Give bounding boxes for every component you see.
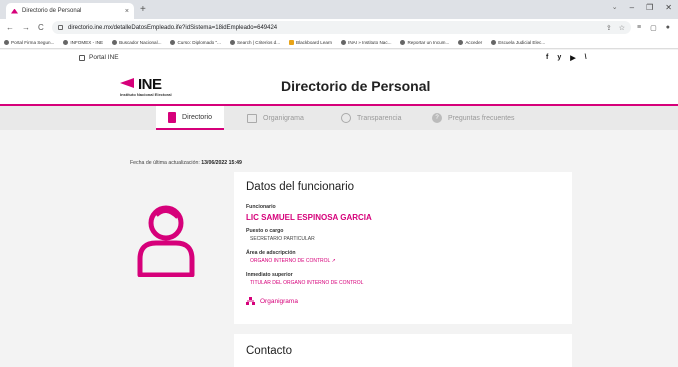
bookmark-item[interactable]: Acceder bbox=[458, 39, 482, 45]
page-title: Directorio de Personal bbox=[281, 78, 431, 94]
bookmark-item[interactable]: Buscador Nacional... bbox=[112, 39, 161, 45]
back-icon[interactable]: ← bbox=[6, 23, 14, 32]
area-label: Área de adscripción bbox=[246, 250, 296, 256]
minimize-button[interactable]: – bbox=[630, 3, 634, 12]
facebook-icon[interactable]: f bbox=[546, 54, 548, 62]
close-window-button[interactable]: ✕ bbox=[665, 3, 672, 12]
tab-transparencia[interactable]: Transparencia bbox=[341, 106, 402, 130]
external-link-icon bbox=[79, 54, 85, 61]
faq-icon: ? bbox=[432, 113, 442, 123]
external-link-icon: ↗ bbox=[331, 258, 336, 264]
logo-subtitle: Instituto Nacional Electoral bbox=[120, 92, 172, 97]
url-input[interactable]: directorio.ine.mx/detalleDatosEmpleado.i… bbox=[52, 21, 632, 34]
portal-ine-link[interactable]: Portal INE bbox=[79, 54, 119, 61]
bookmark-favicon-icon bbox=[170, 39, 176, 45]
site-header: INE Instituto Nacional Electoral Directo… bbox=[0, 69, 678, 105]
last-updated-value: 13/06/2022 15:49 bbox=[201, 160, 242, 166]
bookmark-item[interactable]: INAI » Instituto Nac... bbox=[341, 39, 391, 45]
bookmark-item[interactable]: Search | Criterios d... bbox=[229, 39, 280, 45]
share-icon[interactable]: ⇪ bbox=[606, 24, 612, 32]
ine-favicon-icon bbox=[11, 8, 18, 14]
contact-card: Contacto bbox=[234, 334, 572, 367]
contact-title: Contacto bbox=[246, 345, 293, 357]
new-tab-button[interactable]: + bbox=[140, 4, 146, 16]
logo-arrow-icon bbox=[120, 78, 134, 88]
directory-icon bbox=[168, 111, 177, 123]
bookmark-item[interactable]: Blackboard Learn bbox=[289, 39, 332, 45]
puesto-label: Puesto o cargo bbox=[246, 228, 284, 234]
bookmarks-bar: Portal Firma Segun... INFOMEX - INE Busc… bbox=[0, 36, 678, 49]
bookmark-favicon-icon bbox=[491, 39, 497, 45]
profile-icon[interactable]: ● bbox=[666, 24, 670, 32]
tab-directorio[interactable]: Directorio bbox=[156, 106, 224, 130]
close-tab-icon[interactable]: × bbox=[125, 8, 129, 15]
org-chart-icon bbox=[246, 297, 255, 305]
tab-organigrama[interactable]: Organigrama bbox=[247, 106, 304, 130]
twitter-icon[interactable]: y bbox=[557, 54, 561, 62]
bookmark-favicon-icon bbox=[341, 39, 347, 45]
reload-icon[interactable]: C bbox=[38, 23, 44, 32]
browser-tab-bar: Directorio de Personal × + ⌄ – ❐ ✕ bbox=[0, 0, 678, 19]
bookmark-favicon-icon bbox=[458, 39, 464, 45]
top-strip: Portal INE f y ▶ \ bbox=[0, 50, 678, 69]
superior-label: Inmediato superior bbox=[246, 272, 293, 278]
lock-icon[interactable] bbox=[58, 25, 63, 30]
funcionario-label: Funcionario bbox=[246, 204, 276, 210]
last-updated: Fecha de última actualización: 13/06/202… bbox=[130, 160, 242, 166]
social-links: f y ▶ \ bbox=[546, 54, 587, 62]
bookmark-item[interactable]: INFOMEX - INE bbox=[63, 39, 103, 45]
funcionario-name: LIC SAMUEL ESPINOSA GARCIA bbox=[246, 213, 372, 222]
side-panel-icon[interactable]: ▢ bbox=[650, 24, 657, 32]
bookmark-favicon-icon bbox=[400, 39, 406, 45]
bookmark-item[interactable]: Curso: Diplomado "... bbox=[170, 39, 221, 45]
toolbar-icons: ≡ ▢ ● bbox=[637, 24, 678, 32]
superior-value: TITULAR DEL ORGANO INTERNO DE CONTROL bbox=[250, 280, 364, 286]
youtube-icon[interactable]: ▶ bbox=[570, 54, 575, 62]
transparency-icon bbox=[341, 113, 351, 123]
tab-preguntas-frecuentes[interactable]: ? Preguntas frecuentes bbox=[432, 106, 515, 130]
logo-text: INE bbox=[138, 76, 162, 93]
tab-search-icon[interactable]: ⌄ bbox=[612, 3, 618, 12]
area-link[interactable]: ORGANO INTERNO DE CONTROL ↗ bbox=[250, 258, 336, 264]
address-bar-row: ← → C directorio.ine.mx/detalleDatosEmpl… bbox=[0, 19, 678, 36]
puesto-value: SECRETARIO PARTICULAR bbox=[250, 236, 315, 242]
bookmark-item[interactable]: Portal Firma Segun... bbox=[4, 39, 54, 45]
browser-tab[interactable]: Directorio de Personal × bbox=[6, 3, 134, 19]
bookmark-favicon-icon bbox=[63, 39, 69, 45]
main-tabs: Directorio Organigrama Transparencia ? P… bbox=[0, 106, 678, 130]
reading-list-icon[interactable]: ≡ bbox=[637, 24, 641, 32]
org-chart-icon bbox=[247, 113, 257, 123]
bookmark-item[interactable]: Reportar un Incum... bbox=[400, 39, 449, 45]
rss-icon[interactable]: \ bbox=[585, 54, 587, 62]
bookmark-star-icon[interactable]: ☆ bbox=[619, 24, 625, 32]
card-title: Datos del funcionario bbox=[246, 181, 355, 193]
employee-card: Datos del funcionario Funcionario LIC SA… bbox=[234, 172, 572, 324]
page-content: Portal INE f y ▶ \ INE Instituto Naciona… bbox=[0, 50, 678, 367]
bookmark-favicon-icon bbox=[229, 39, 235, 45]
user-avatar-icon bbox=[137, 205, 195, 277]
url-text: directorio.ine.mx/detalleDatosEmpleado.i… bbox=[68, 24, 278, 31]
bookmark-favicon-icon bbox=[112, 39, 118, 45]
ine-logo[interactable]: INE Instituto Nacional Electoral bbox=[120, 75, 200, 101]
bookmark-favicon-icon bbox=[4, 39, 9, 45]
browser-tab-title: Directorio de Personal bbox=[22, 8, 82, 14]
maximize-button[interactable]: ❐ bbox=[646, 3, 653, 12]
forward-icon[interactable]: → bbox=[22, 23, 30, 32]
window-controls: ⌄ – ❐ ✕ bbox=[612, 3, 672, 12]
bookmark-item[interactable]: Escuela Judicial Elec... bbox=[491, 39, 545, 45]
nav-buttons: ← → C bbox=[0, 23, 52, 32]
bookmark-favicon-icon bbox=[289, 39, 295, 45]
organigrama-link[interactable]: Organigrama bbox=[246, 297, 298, 305]
